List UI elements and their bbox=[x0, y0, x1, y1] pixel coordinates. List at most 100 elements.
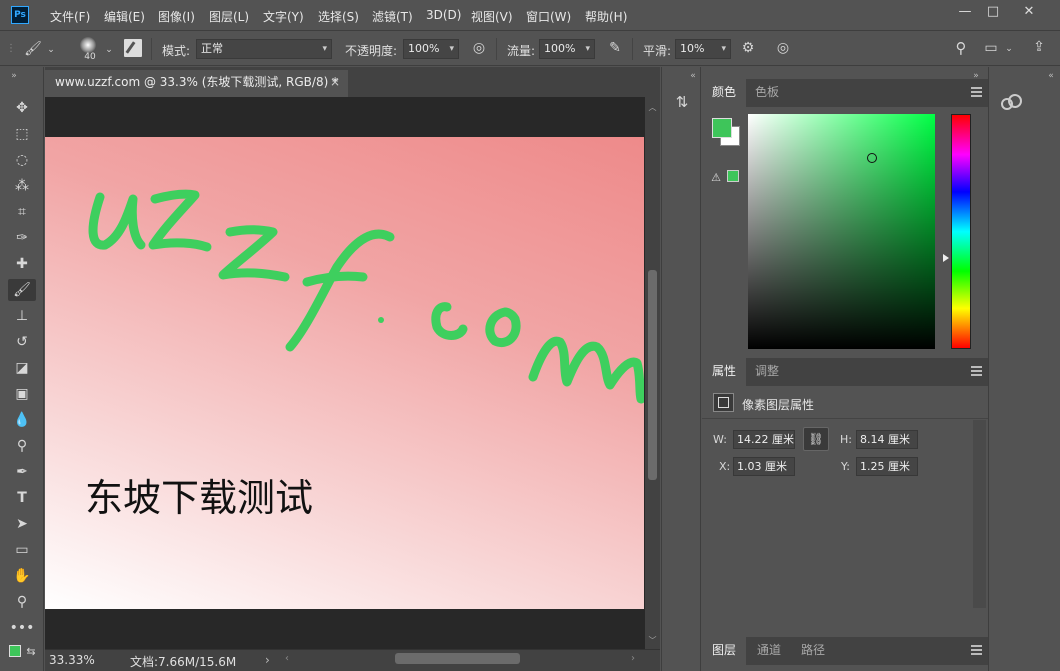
rectangle-tool-icon[interactable]: ▭ bbox=[8, 539, 36, 561]
crop-tool-icon[interactable]: ⌗ bbox=[8, 201, 36, 223]
brush-tip-icon[interactable] bbox=[80, 37, 96, 53]
pressure-size-icon[interactable]: ◎ bbox=[772, 39, 794, 57]
workspace-icon[interactable]: ▭ bbox=[982, 39, 1000, 57]
hand-tool-icon[interactable]: ✋ bbox=[8, 565, 36, 587]
flow-input[interactable]: 100% ▾ bbox=[539, 39, 595, 59]
vertical-scroll-thumb[interactable] bbox=[648, 270, 657, 480]
color-picker-field[interactable] bbox=[748, 114, 935, 349]
chevron-down-icon[interactable]: ⌄ bbox=[46, 41, 56, 59]
height-label: H: bbox=[840, 433, 852, 446]
creative-cloud-libraries-icon[interactable] bbox=[1001, 94, 1023, 110]
expand-toolbar-icon[interactable]: » bbox=[8, 67, 20, 85]
mode-select[interactable]: 正常 ▾ bbox=[196, 39, 332, 59]
chevron-down-icon: ▾ bbox=[585, 44, 590, 54]
minimize-button[interactable]: — bbox=[950, 3, 980, 23]
history-brush-tool-icon[interactable]: ↺ bbox=[8, 331, 36, 353]
menu-view[interactable]: 视图(V) bbox=[471, 8, 513, 25]
canvas-text-layer[interactable]: 东坡下载测试 bbox=[85, 467, 313, 522]
status-menu-arrow[interactable]: › bbox=[265, 653, 270, 667]
menu-filter[interactable]: 滤镜(T) bbox=[372, 8, 413, 25]
tab-properties[interactable]: 属性 bbox=[702, 358, 747, 386]
document-canvas[interactable]: 东坡下载测试 bbox=[45, 137, 644, 609]
hue-slider-pointer[interactable] bbox=[943, 254, 949, 262]
clone-stamp-tool-icon[interactable]: ⊥ bbox=[8, 305, 36, 327]
swap-colors-icon[interactable]: ⇆ bbox=[25, 643, 37, 661]
y-label: Y: bbox=[841, 460, 850, 473]
scroll-up-icon[interactable]: ︿ bbox=[647, 99, 658, 117]
scroll-left-icon[interactable]: ‹ bbox=[285, 653, 289, 664]
brush-preset-icon[interactable]: 🖌 bbox=[22, 40, 44, 58]
brush-settings-icon[interactable] bbox=[124, 39, 142, 57]
share-icon[interactable]: ⇪ bbox=[1028, 38, 1050, 56]
menu-file[interactable]: 文件(F) bbox=[50, 8, 90, 25]
title-bar: Ps 文件(F) 编辑(E) 图像(I) 图层(L) 文字(Y) 选择(S) 滤… bbox=[0, 0, 1060, 31]
hue-slider[interactable] bbox=[951, 114, 971, 349]
tab-channels[interactable]: 通道 bbox=[747, 637, 791, 665]
brush-tool-icon[interactable]: 🖌 bbox=[8, 279, 36, 301]
history-panel-icon[interactable]: ⇅ bbox=[672, 93, 692, 111]
opacity-input[interactable]: 100% ▾ bbox=[403, 39, 459, 59]
chevron-down-icon[interactable]: ⌄ bbox=[1003, 40, 1015, 58]
pen-tool-icon[interactable]: ✒ bbox=[8, 461, 36, 483]
panel-menu-icon[interactable] bbox=[971, 87, 982, 97]
gradient-tool-icon[interactable]: ▣ bbox=[8, 383, 36, 405]
eraser-tool-icon[interactable]: ◪ bbox=[8, 357, 36, 379]
zoom-tool-icon[interactable]: ⚲ bbox=[8, 591, 36, 613]
tab-paths[interactable]: 路径 bbox=[791, 637, 835, 665]
scroll-right-icon[interactable]: › bbox=[631, 653, 635, 664]
menu-help[interactable]: 帮助(H) bbox=[585, 8, 627, 25]
close-window-button[interactable]: ✕ bbox=[1014, 3, 1044, 23]
horizontal-scroll-thumb[interactable] bbox=[395, 653, 520, 664]
x-input[interactable]: 1.03 厘米 bbox=[733, 457, 795, 476]
menu-window[interactable]: 窗口(W) bbox=[526, 8, 571, 25]
close-tab-icon[interactable]: × bbox=[330, 70, 340, 95]
pressure-opacity-icon[interactable]: ◎ bbox=[468, 39, 490, 57]
more-tools-icon[interactable]: ••• bbox=[8, 617, 36, 639]
panel-menu-icon[interactable] bbox=[971, 366, 982, 376]
mode-value: 正常 bbox=[201, 42, 223, 55]
marquee-tool-icon[interactable]: ⬚ bbox=[8, 123, 36, 145]
properties-scrollbar[interactable] bbox=[973, 420, 986, 608]
menu-3d[interactable]: 3D(D) bbox=[426, 8, 461, 22]
link-dimensions-icon[interactable]: ⛓ bbox=[803, 427, 829, 451]
width-input[interactable]: 14.22 厘米 bbox=[733, 430, 795, 449]
scroll-down-icon[interactable]: ﹀ bbox=[647, 632, 658, 650]
menu-select[interactable]: 选择(S) bbox=[318, 8, 359, 25]
eyedropper-tool-icon[interactable]: ✑ bbox=[8, 227, 36, 249]
collapse-dock-icon[interactable]: « bbox=[687, 67, 699, 85]
tab-layers[interactable]: 图层 bbox=[702, 637, 747, 665]
flow-value: 100% bbox=[544, 42, 576, 55]
menu-layer[interactable]: 图层(L) bbox=[209, 8, 249, 25]
document-tab[interactable]: www.uzzf.com @ 33.3% (东坡下载测试, RGB/8) * × bbox=[45, 70, 348, 97]
dodge-tool-icon[interactable]: ⚲ bbox=[8, 435, 36, 457]
gamut-warning-icon[interactable]: ⚠ bbox=[709, 169, 723, 187]
tab-color[interactable]: 颜色 bbox=[702, 79, 747, 107]
menu-type[interactable]: 文字(Y) bbox=[263, 8, 304, 25]
gear-icon[interactable]: ⚙ bbox=[737, 39, 759, 57]
blur-tool-icon[interactable]: 💧 bbox=[8, 409, 36, 431]
healing-brush-tool-icon[interactable]: ✚ bbox=[8, 253, 36, 275]
foreground-mini-swatch[interactable] bbox=[9, 645, 21, 657]
menu-edit[interactable]: 编辑(E) bbox=[104, 8, 145, 25]
height-input[interactable]: 8.14 厘米 bbox=[856, 430, 918, 449]
tab-adjustments[interactable]: 调整 bbox=[745, 358, 789, 386]
collapse-dock-icon[interactable]: « bbox=[1045, 67, 1057, 85]
search-icon[interactable]: ⚲ bbox=[950, 39, 972, 57]
lasso-tool-icon[interactable]: ◌ bbox=[8, 149, 36, 171]
smoothing-input[interactable]: 10% ▾ bbox=[675, 39, 731, 59]
path-selection-tool-icon[interactable]: ➤ bbox=[8, 513, 36, 535]
foreground-color-swatch[interactable] bbox=[712, 118, 732, 138]
zoom-level[interactable]: 33.33% bbox=[49, 653, 95, 667]
y-input[interactable]: 1.25 厘米 bbox=[856, 457, 918, 476]
move-tool-icon[interactable]: ✥ bbox=[8, 97, 36, 119]
panel-menu-icon[interactable] bbox=[971, 645, 982, 655]
gamut-color-swatch[interactable] bbox=[727, 170, 739, 182]
chevron-down-icon[interactable]: ⌄ bbox=[104, 41, 114, 59]
airbrush-icon[interactable]: ✎ bbox=[604, 39, 626, 57]
menu-image[interactable]: 图像(I) bbox=[158, 8, 195, 25]
maximize-button[interactable]: □ bbox=[978, 3, 1008, 23]
color-picker-ring[interactable] bbox=[867, 153, 877, 163]
tab-swatches[interactable]: 色板 bbox=[745, 79, 789, 107]
quick-selection-tool-icon[interactable]: ⁂ bbox=[8, 175, 36, 197]
type-tool-icon[interactable]: T bbox=[8, 487, 36, 509]
